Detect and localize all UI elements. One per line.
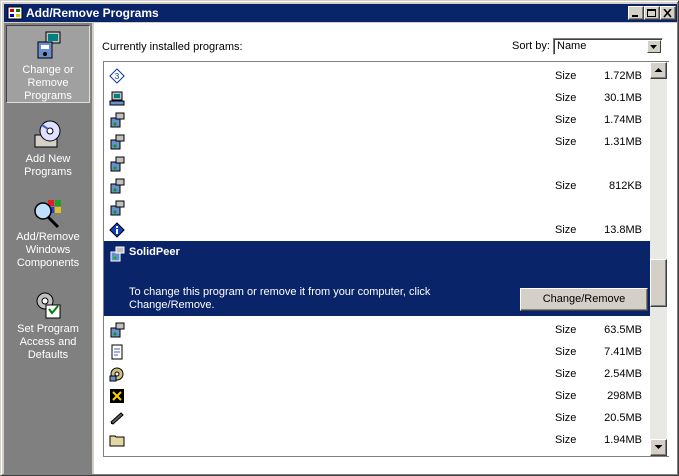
size-value: 298MB: [607, 390, 642, 402]
installer-package-icon: [110, 134, 125, 150]
window-title: Add/Remove Programs: [26, 6, 159, 20]
chevron-down-icon: [650, 45, 657, 49]
installer-package-icon: [110, 246, 125, 262]
sidebar: Change or Remove Programs Add New Progra…: [4, 23, 92, 474]
maximize-icon: [647, 9, 656, 17]
programs-list[interactable]: 3 Size 1.72MB Size 30.1MB Size 1.74MB Size 1.31M…: [103, 61, 669, 457]
black-yellow-app-icon: [110, 389, 124, 403]
sort-by-select[interactable]: Name: [553, 38, 663, 55]
scroll-down-button[interactable]: [650, 439, 667, 456]
size-label: Size: [555, 70, 577, 82]
size-label: Size: [555, 412, 577, 424]
size-label: Size: [555, 224, 577, 236]
program-row[interactable]: Size 1.31MB: [104, 131, 650, 153]
sidebar-item-add-new[interactable]: Add New Programs: [6, 115, 90, 193]
program-row[interactable]: [104, 153, 650, 175]
size-value: 13.8MB: [604, 224, 642, 236]
main-content: Currently installed programs: Sort by: N…: [94, 23, 677, 474]
program-row[interactable]: Size 30.1MB: [104, 87, 650, 109]
installer-package-icon: [110, 322, 125, 338]
program-row[interactable]: Size 63.5MB: [104, 319, 650, 341]
size-value: 1.74MB: [604, 114, 642, 126]
add-new-programs-icon: [34, 120, 61, 148]
size-value: 1.94MB: [604, 434, 642, 446]
setup-icon-blue-diamond: 3: [109, 68, 125, 84]
program-row[interactable]: Size 13.8MB: [104, 219, 650, 241]
folder-icon: [109, 435, 125, 447]
size-label: Size: [555, 136, 577, 148]
selected-program-description: To change this program or remove it from…: [129, 286, 431, 311]
pen-app-icon: [110, 412, 124, 425]
size-value: 1.31MB: [604, 136, 642, 148]
size-value: 63.5MB: [604, 324, 642, 336]
arrow-down-icon: [654, 445, 663, 449]
program-row[interactable]: Size 298MB: [104, 385, 650, 407]
document-setup-icon: [111, 344, 123, 360]
maximize-button[interactable]: [644, 6, 660, 20]
size-label: Size: [555, 92, 577, 104]
installer-package-icon: [110, 112, 125, 128]
size-label: Size: [555, 114, 577, 126]
size-value: 30.1MB: [604, 92, 642, 104]
size-label: Size: [555, 390, 577, 402]
sidebar-item-label: Change or Remove Programs: [22, 64, 74, 102]
program-row[interactable]: Size 1.74MB: [104, 109, 650, 131]
size-label: Size: [555, 368, 577, 380]
selected-program-name: SolidPeer: [129, 246, 180, 258]
close-button[interactable]: [660, 6, 676, 20]
title-bar[interactable]: Add/Remove Programs: [4, 4, 677, 22]
program-row[interactable]: 3 Size 1.72MB: [104, 65, 650, 87]
sort-by-value: Name: [557, 40, 587, 52]
scroll-thumb[interactable]: [650, 259, 667, 307]
info-diamond-icon: [109, 222, 125, 238]
sort-by-label: Sort by:: [512, 40, 550, 52]
sidebar-item-windows-components[interactable]: Add/Remove Windows Components: [6, 193, 90, 271]
selected-program-row[interactable]: SolidPeer To change this program or remo…: [104, 241, 650, 316]
size-label: Size: [555, 346, 577, 358]
program-row[interactable]: [104, 197, 650, 219]
program-row[interactable]: Size 812KB: [104, 175, 650, 197]
sort-dropdown-button[interactable]: [647, 40, 661, 53]
change-remove-programs-icon: [37, 31, 61, 59]
add-remove-programs-window: Add/Remove Programs Change or Remove Pro…: [0, 0, 679, 476]
size-label: Size: [555, 180, 577, 192]
installer-package-icon: [110, 156, 125, 172]
program-row[interactable]: Size 20.5MB: [104, 407, 650, 429]
change-remove-button[interactable]: Change/Remove: [520, 288, 648, 311]
windows-components-icon: [34, 200, 61, 229]
sidebar-item-change-remove[interactable]: Change or Remove Programs: [6, 25, 90, 103]
computer-setup-icon: [109, 91, 125, 106]
svg-text:3: 3: [115, 72, 120, 81]
close-icon: [663, 9, 672, 18]
sidebar-item-label: Set Program Access and Defaults: [17, 323, 79, 361]
size-value: 812KB: [608, 180, 642, 192]
program-row[interactable]: Size 1.94MB: [104, 429, 650, 451]
scroll-up-button[interactable]: [650, 62, 667, 79]
program-row[interactable]: Size 7.41MB: [104, 341, 650, 363]
control-panel-app-icon: [7, 6, 23, 20]
minimize-icon: [632, 15, 638, 17]
size-label: Size: [555, 324, 577, 336]
program-access-defaults-icon: [36, 292, 61, 319]
size-label: Size: [555, 434, 577, 446]
vertical-scrollbar[interactable]: [650, 62, 667, 456]
media-disc-icon: [109, 367, 124, 382]
size-value: 2.54MB: [604, 368, 642, 380]
arrow-up-icon: [654, 68, 663, 72]
size-value: 1.72MB: [604, 70, 642, 82]
minimize-button[interactable]: [628, 6, 644, 20]
installer-package-icon: [110, 200, 125, 216]
program-row[interactable]: Size 2.54MB: [104, 363, 650, 385]
size-value: 7.41MB: [604, 346, 642, 358]
sidebar-item-program-access[interactable]: Set Program Access and Defaults: [6, 285, 90, 363]
installer-package-icon: [110, 178, 125, 194]
size-value: 20.5MB: [604, 412, 642, 424]
sidebar-item-label: Add/Remove Windows Components: [16, 231, 80, 269]
currently-installed-label: Currently installed programs:: [102, 41, 243, 53]
sidebar-item-label: Add New Programs: [24, 153, 72, 178]
